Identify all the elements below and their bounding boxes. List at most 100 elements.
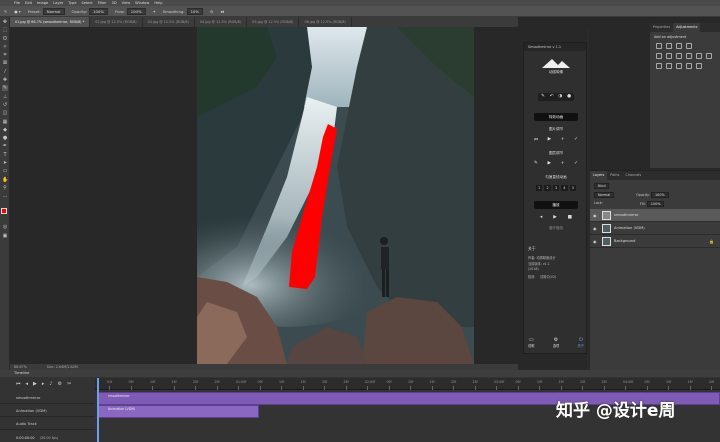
more-tools-icon[interactable]: … [2,193,8,199]
stamp-tool-icon[interactable]: ⊥ [2,94,8,100]
blur-tool-icon[interactable]: ◆ [2,127,8,133]
prev-frame-icon[interactable]: ◂ [540,215,542,220]
tab-doc-1[interactable]: 01.jpg @ 66.7% (smoothmirror, RGB/8) * [10,17,91,27]
brightness-icon[interactable] [656,43,662,49]
clip-animation[interactable]: Animation (VDM) [97,405,259,418]
gradient-tool-icon[interactable]: ▦ [2,119,8,125]
about-tab[interactable]: ⏻ 关于 [578,337,584,348]
stop-icon[interactable]: ■ [568,215,572,220]
check-icon[interactable]: ✓ [574,137,578,143]
hand-tool-icon[interactable]: ✋ [2,177,8,183]
play-icon[interactable]: ▶ [547,161,551,166]
track-audio[interactable]: Audio Track [0,419,95,430]
moon-mode-icon[interactable]: ◑ [558,93,562,101]
tab-doc-2[interactable]: 02.jpg @ 12.5% (RGB/8) [90,17,143,27]
menu-image[interactable]: Image [37,1,48,5]
menu-help[interactable]: Help [154,1,162,5]
channel-mixer-icon[interactable] [706,53,712,59]
healing-tool-icon[interactable]: ✚ [2,77,8,83]
quick-select-tool-icon[interactable]: ✧ [2,44,8,50]
lasso-tool-icon[interactable]: ʘ [2,36,8,42]
document-image[interactable] [197,27,474,364]
track-animation[interactable]: Animation (VDM) [0,406,95,417]
preset-select[interactable]: Normal [42,7,65,15]
curve-mode-icon[interactable]: ↶ [550,93,554,101]
frame-3-button[interactable]: 3 [552,185,560,191]
mode-button[interactable]: 特效动画 [534,113,578,121]
hue-icon[interactable] [666,53,672,59]
move-tool-icon[interactable]: ✥ [2,19,8,25]
menu-file[interactable]: File [14,1,20,5]
threshold-icon[interactable] [676,63,682,69]
frame-2-button[interactable]: 2 [544,185,551,191]
eyedropper-tool-icon[interactable]: ⁄ [2,69,8,75]
history-brush-tool-icon[interactable]: ↺ [2,102,8,108]
settings-gear-icon[interactable]: ⚙ [210,9,213,14]
dot-mode-icon[interactable]: ● [567,93,571,101]
tab-adjustments[interactable]: Adjustments [673,23,701,32]
tab-paths[interactable]: Paths [607,171,622,180]
tab-doc-6[interactable]: 06.jpg @ 12.5% (RGB/8) [299,17,352,27]
layer-row[interactable]: ◉ smoothmirror [590,209,720,222]
tab-doc-5[interactable]: 05.jpg @ 12.5% (RGB/8) [247,17,300,27]
color-balance-icon[interactable] [676,53,682,59]
dodge-tool-icon[interactable]: ● [2,135,8,141]
visibility-eye-icon[interactable]: ◉ [593,235,597,248]
play-icon[interactable]: ▶ [553,215,557,220]
add-icon[interactable]: + [561,137,565,143]
levels-icon[interactable] [666,43,672,49]
flow-field[interactable]: 100% [126,7,146,15]
exposure-icon[interactable] [686,43,692,49]
frame-1-button[interactable]: 1 [536,185,543,191]
play-icon[interactable]: ▶ [548,137,552,143]
path-select-tool-icon[interactable]: ➤ [2,160,8,166]
invert-icon[interactable] [656,63,662,69]
render-button[interactable]: 播放 [534,201,578,209]
time-ruler[interactable]: 01f 05f 10f 15f 20f 25f 01:00f 05f 10f 15f 20f 25f 0… [95,378,720,390]
tab-doc-3[interactable]: 03.jpg @ 12.5% (RGB/8) [143,17,195,27]
smoothing-field[interactable]: 10% [186,7,204,15]
foreground-color-swatch[interactable] [1,208,7,214]
black-white-icon[interactable] [686,53,692,59]
menu-layer[interactable]: Layer [53,1,63,5]
shape-tool-icon[interactable]: ▭ [2,168,8,174]
brush-tool-icon[interactable]: ✎ [4,9,7,14]
check-icon[interactable]: ✓ [574,161,578,166]
type-tool-icon[interactable]: T [2,152,8,158]
tab-properties[interactable]: Properties [650,23,673,32]
next-frame-icon[interactable]: ▸ [42,381,45,387]
layer-row[interactable]: ◉ Background 🔒 [590,235,720,248]
vibrance-icon[interactable] [656,53,662,59]
prev-frame-icon[interactable]: ◂ [26,381,29,387]
menu-edit[interactable]: Edit [25,1,32,5]
crop-tool-icon[interactable]: ⌗ [2,52,8,58]
play-icon[interactable]: ▶ [33,381,37,387]
add-icon[interactable]: + [561,161,565,166]
panel-divider[interactable] [587,27,589,370]
selective-color-icon[interactable] [696,63,702,69]
marquee-tool-icon[interactable]: ⬚ [2,27,8,33]
curves-icon[interactable] [676,43,682,49]
frame-tool-icon[interactable]: ⊠ [2,60,8,66]
playhead[interactable] [97,378,99,442]
menu-window[interactable]: Window [135,1,149,5]
opacity-field[interactable]: 100% [89,7,108,15]
brush-tool-icon[interactable]: ✎ [2,85,8,92]
back-icon[interactable]: ⏮ [534,137,538,143]
update-button[interactable]: 检测 [528,274,534,279]
menu-view[interactable]: View [122,1,131,5]
photo-filter-icon[interactable] [696,53,702,59]
quick-mask-icon[interactable]: ◎ [2,224,8,230]
visibility-eye-icon[interactable]: ◉ [593,222,597,235]
tab-channels[interactable]: Channels [622,171,644,180]
settings-icon[interactable]: ⚙ [58,381,62,387]
frame-4-button[interactable]: 4 [561,185,568,191]
audio-icon[interactable]: ♪ [49,381,52,387]
split-icon[interactable]: ✂ [67,381,71,387]
posterize-icon[interactable] [666,63,672,69]
zoom-tool-icon[interactable]: ⚲ [2,185,8,191]
first-frame-icon[interactable]: ⏮ [16,381,21,387]
menu-type[interactable]: Type [68,1,76,5]
menu-3d[interactable]: 3D [112,1,117,5]
symmetry-icon[interactable]: ⧓ [220,9,224,14]
